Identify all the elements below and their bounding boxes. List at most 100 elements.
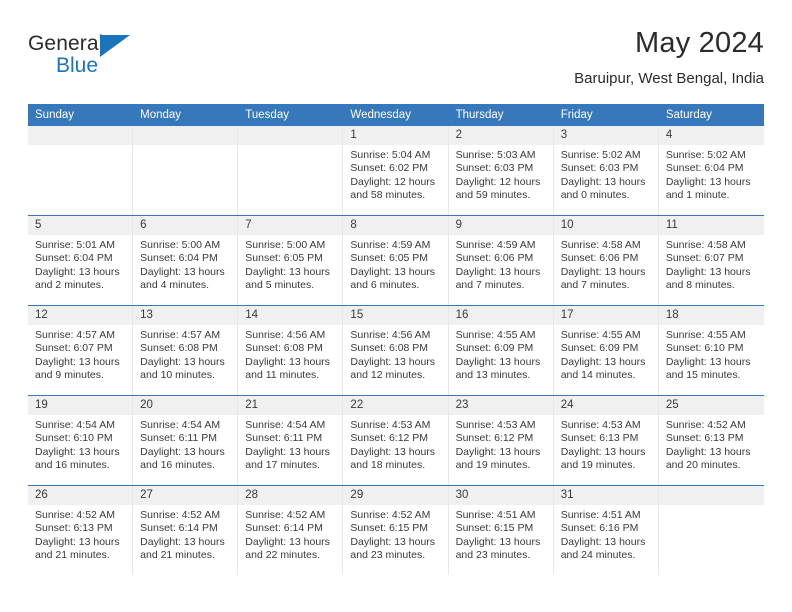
sunrise-text: Sunrise: 4:52 AM: [350, 509, 431, 521]
day-number: 16: [448, 306, 553, 325]
sunset-text: Sunset: 6:06 PM: [560, 252, 639, 265]
calendar-week-row: 19 Sunrise: 4:54 AM Sunset: 6:10 PM Dayligh…: [28, 395, 764, 485]
day-number: 27: [133, 486, 238, 505]
daylight-text: Daylight: 13 hours and 21 minutes.: [140, 535, 225, 562]
day-number: 3: [553, 126, 658, 145]
day-details: Sunrise: 4:54 AM Sunset: 6:10 PM Daylight:…: [28, 415, 132, 473]
day-cell[interactable]: 1 Sunrise: 5:04 AM Sunset: 6:02 PM Daylight…: [343, 126, 449, 215]
calendar-week-row: 1 Sunrise: 5:04 AM Sunset: 6:02 PM Daylight…: [28, 126, 764, 215]
sunrise-text: Sunrise: 5:01 AM: [35, 239, 115, 251]
sunrise-text: Sunrise: 4:52 AM: [35, 509, 115, 521]
daylight-text: Daylight: 13 hours and 11 minutes.: [245, 355, 330, 382]
daylight-text: Daylight: 13 hours and 4 minutes.: [140, 265, 225, 292]
day-number: 20: [133, 396, 238, 415]
daylight-text: Daylight: 13 hours and 24 minutes.: [560, 535, 646, 562]
day-details: Sunrise: 4:56 AM Sunset: 6:08 PM Daylight:…: [238, 325, 342, 383]
weekday-header-monday: Monday: [140, 109, 182, 121]
day-cell[interactable]: 11 Sunrise: 4:58 AM Sunset: 6:07 PM Dayligh…: [658, 216, 764, 305]
day-cell[interactable]: 20 Sunrise: 4:54 AM Sunset: 6:11 PM Dayligh…: [133, 396, 239, 485]
day-cell[interactable]: 23 Sunrise: 4:53 AM Sunset: 6:12 PM Dayligh…: [448, 396, 554, 485]
day-cell[interactable]: 4 Sunrise: 5:02 AM Sunset: 6:04 PM Daylight…: [658, 126, 764, 215]
day-cell[interactable]: 13 Sunrise: 4:57 AM Sunset: 6:08 PM Dayligh…: [133, 306, 239, 395]
day-cell[interactable]: 8 Sunrise: 4:59 AM Sunset: 6:05 PM Daylight…: [343, 216, 449, 305]
calendar-week-row: 26 Sunrise: 4:52 AM Sunset: 6:13 PM Dayligh…: [28, 485, 764, 575]
day-details: Sunrise: 4:59 AM Sunset: 6:05 PM Daylight:…: [343, 235, 447, 293]
day-number: 9: [448, 216, 553, 235]
sunset-text: Sunset: 6:08 PM: [245, 342, 323, 355]
day-number: [238, 126, 343, 145]
daylight-text: Daylight: 13 hours and 20 minutes.: [665, 445, 751, 472]
day-cell[interactable]: 30 Sunrise: 4:51 AM Sunset: 6:15 PM Dayligh…: [448, 486, 554, 575]
day-details: Sunrise: 5:02 AM Sunset: 6:04 PM Daylight:…: [659, 145, 764, 203]
day-cell[interactable]: 10 Sunrise: 4:58 AM Sunset: 6:06 PM Dayligh…: [553, 216, 659, 305]
logo-text-general: General: [28, 32, 104, 55]
day-cell[interactable]: 22 Sunrise: 4:53 AM Sunset: 6:12 PM Dayligh…: [343, 396, 449, 485]
day-cell[interactable]: 25 Sunrise: 4:52 AM Sunset: 6:13 PM Dayligh…: [658, 396, 764, 485]
daylight-text: Daylight: 13 hours and 18 minutes.: [350, 445, 436, 472]
daylight-text: Daylight: 13 hours and 1 minute.: [665, 175, 751, 202]
sunset-text: Sunset: 6:04 PM: [35, 252, 113, 265]
daylight-text: Daylight: 13 hours and 7 minutes.: [560, 265, 646, 292]
calendar-grid: Sunday Monday Tuesday Wednesday Thursday Frid…: [28, 104, 764, 575]
day-cell[interactable]: 19 Sunrise: 4:54 AM Sunset: 6:10 PM Dayligh…: [28, 396, 134, 485]
day-details: Sunrise: 4:51 AM Sunset: 6:16 PM Daylight:…: [554, 505, 658, 563]
day-cell[interactable]: 28 Sunrise: 4:52 AM Sunset: 6:14 PM Dayligh…: [238, 486, 344, 575]
day-cell[interactable]: 18 Sunrise: 4:55 AM Sunset: 6:10 PM Dayligh…: [658, 306, 764, 395]
sunset-text: Sunset: 6:13 PM: [665, 432, 744, 445]
day-cell[interactable]: 29 Sunrise: 4:52 AM Sunset: 6:15 PM Dayligh…: [343, 486, 449, 575]
daylight-text: Daylight: 13 hours and 19 minutes.: [560, 445, 646, 472]
sunrise-text: Sunrise: 4:52 AM: [665, 419, 746, 431]
day-cell[interactable]: 6 Sunrise: 5:00 AM Sunset: 6:04 PM Daylight…: [133, 216, 239, 305]
day-cell[interactable]: 16 Sunrise: 4:55 AM Sunset: 6:09 PM Dayligh…: [448, 306, 554, 395]
day-cell[interactable]: 24 Sunrise: 4:53 AM Sunset: 6:13 PM Dayligh…: [553, 396, 659, 485]
day-cell-empty: [238, 126, 344, 215]
page-title: May 2024: [635, 27, 764, 59]
day-details: Sunrise: 4:58 AM Sunset: 6:07 PM Daylight:…: [659, 235, 764, 293]
sunrise-text: Sunrise: 4:55 AM: [560, 329, 641, 341]
sunrise-text: Sunrise: 5:02 AM: [665, 149, 746, 161]
day-details: Sunrise: 4:52 AM Sunset: 6:14 PM Daylight:…: [133, 505, 237, 563]
day-details: Sunrise: 4:59 AM Sunset: 6:06 PM Daylight:…: [449, 235, 553, 293]
weekday-header-saturday: Saturday: [665, 109, 712, 121]
day-cell[interactable]: 15 Sunrise: 4:56 AM Sunset: 6:08 PM Dayligh…: [343, 306, 449, 395]
day-cell[interactable]: 21 Sunrise: 4:54 AM Sunset: 6:11 PM Dayligh…: [238, 396, 344, 485]
sunset-text: Sunset: 6:08 PM: [350, 342, 429, 355]
day-cell[interactable]: 7 Sunrise: 5:00 AM Sunset: 6:05 PM Daylight…: [238, 216, 344, 305]
day-cell[interactable]: 27 Sunrise: 4:52 AM Sunset: 6:14 PM Dayligh…: [133, 486, 239, 575]
day-cell[interactable]: 9 Sunrise: 4:59 AM Sunset: 6:06 PM Daylight…: [448, 216, 554, 305]
general-blue-logo[interactable]: General Blue: [28, 32, 148, 88]
day-number: 7: [238, 216, 343, 235]
daylight-text: Daylight: 13 hours and 5 minutes.: [245, 265, 330, 292]
day-number: 31: [553, 486, 658, 505]
sunset-text: Sunset: 6:04 PM: [140, 252, 218, 265]
sunrise-text: Sunrise: 4:54 AM: [245, 419, 326, 431]
sunset-text: Sunset: 6:06 PM: [455, 252, 534, 265]
day-cell[interactable]: 31 Sunrise: 4:51 AM Sunset: 6:16 PM Dayligh…: [553, 486, 659, 575]
sunset-text: Sunset: 6:08 PM: [140, 342, 218, 355]
day-cell[interactable]: 2 Sunrise: 5:03 AM Sunset: 6:03 PM Daylight…: [448, 126, 554, 215]
day-details: Sunrise: 5:03 AM Sunset: 6:03 PM Daylight:…: [449, 145, 553, 203]
daylight-text: Daylight: 13 hours and 7 minutes.: [455, 265, 541, 292]
logo-text-blue: Blue: [56, 54, 99, 77]
day-cell[interactable]: 5 Sunrise: 5:01 AM Sunset: 6:04 PM Daylight…: [28, 216, 134, 305]
day-details: Sunrise: 4:53 AM Sunset: 6:12 PM Daylight:…: [449, 415, 553, 473]
daylight-text: Daylight: 13 hours and 0 minutes.: [560, 175, 646, 202]
day-cell[interactable]: 26 Sunrise: 4:52 AM Sunset: 6:13 PM Dayligh…: [28, 486, 134, 575]
daylight-text: Daylight: 13 hours and 22 minutes.: [245, 535, 330, 562]
day-number: [133, 126, 238, 145]
day-cell[interactable]: 3 Sunrise: 5:02 AM Sunset: 6:03 PM Daylight…: [553, 126, 659, 215]
day-cell[interactable]: 14 Sunrise: 4:56 AM Sunset: 6:08 PM Dayligh…: [238, 306, 344, 395]
logo-triangle-icon: [100, 35, 130, 57]
weekday-header-wednesday: Wednesday: [350, 109, 411, 121]
day-cell[interactable]: 12 Sunrise: 4:57 AM Sunset: 6:07 PM Dayligh…: [28, 306, 134, 395]
sunset-text: Sunset: 6:04 PM: [665, 162, 744, 175]
weekday-header-tuesday: Tuesday: [245, 109, 289, 121]
day-details: Sunrise: 4:52 AM Sunset: 6:13 PM Daylight:…: [659, 415, 764, 473]
daylight-text: Daylight: 13 hours and 6 minutes.: [350, 265, 436, 292]
daylight-text: Daylight: 13 hours and 16 minutes.: [140, 445, 225, 472]
day-details: Sunrise: 4:52 AM Sunset: 6:14 PM Daylight:…: [238, 505, 342, 563]
day-cell[interactable]: 17 Sunrise: 4:55 AM Sunset: 6:09 PM Dayligh…: [553, 306, 659, 395]
day-details: Sunrise: 5:00 AM Sunset: 6:04 PM Daylight:…: [133, 235, 237, 293]
sunrise-text: Sunrise: 5:04 AM: [350, 149, 431, 161]
daylight-text: Daylight: 13 hours and 8 minutes.: [665, 265, 751, 292]
